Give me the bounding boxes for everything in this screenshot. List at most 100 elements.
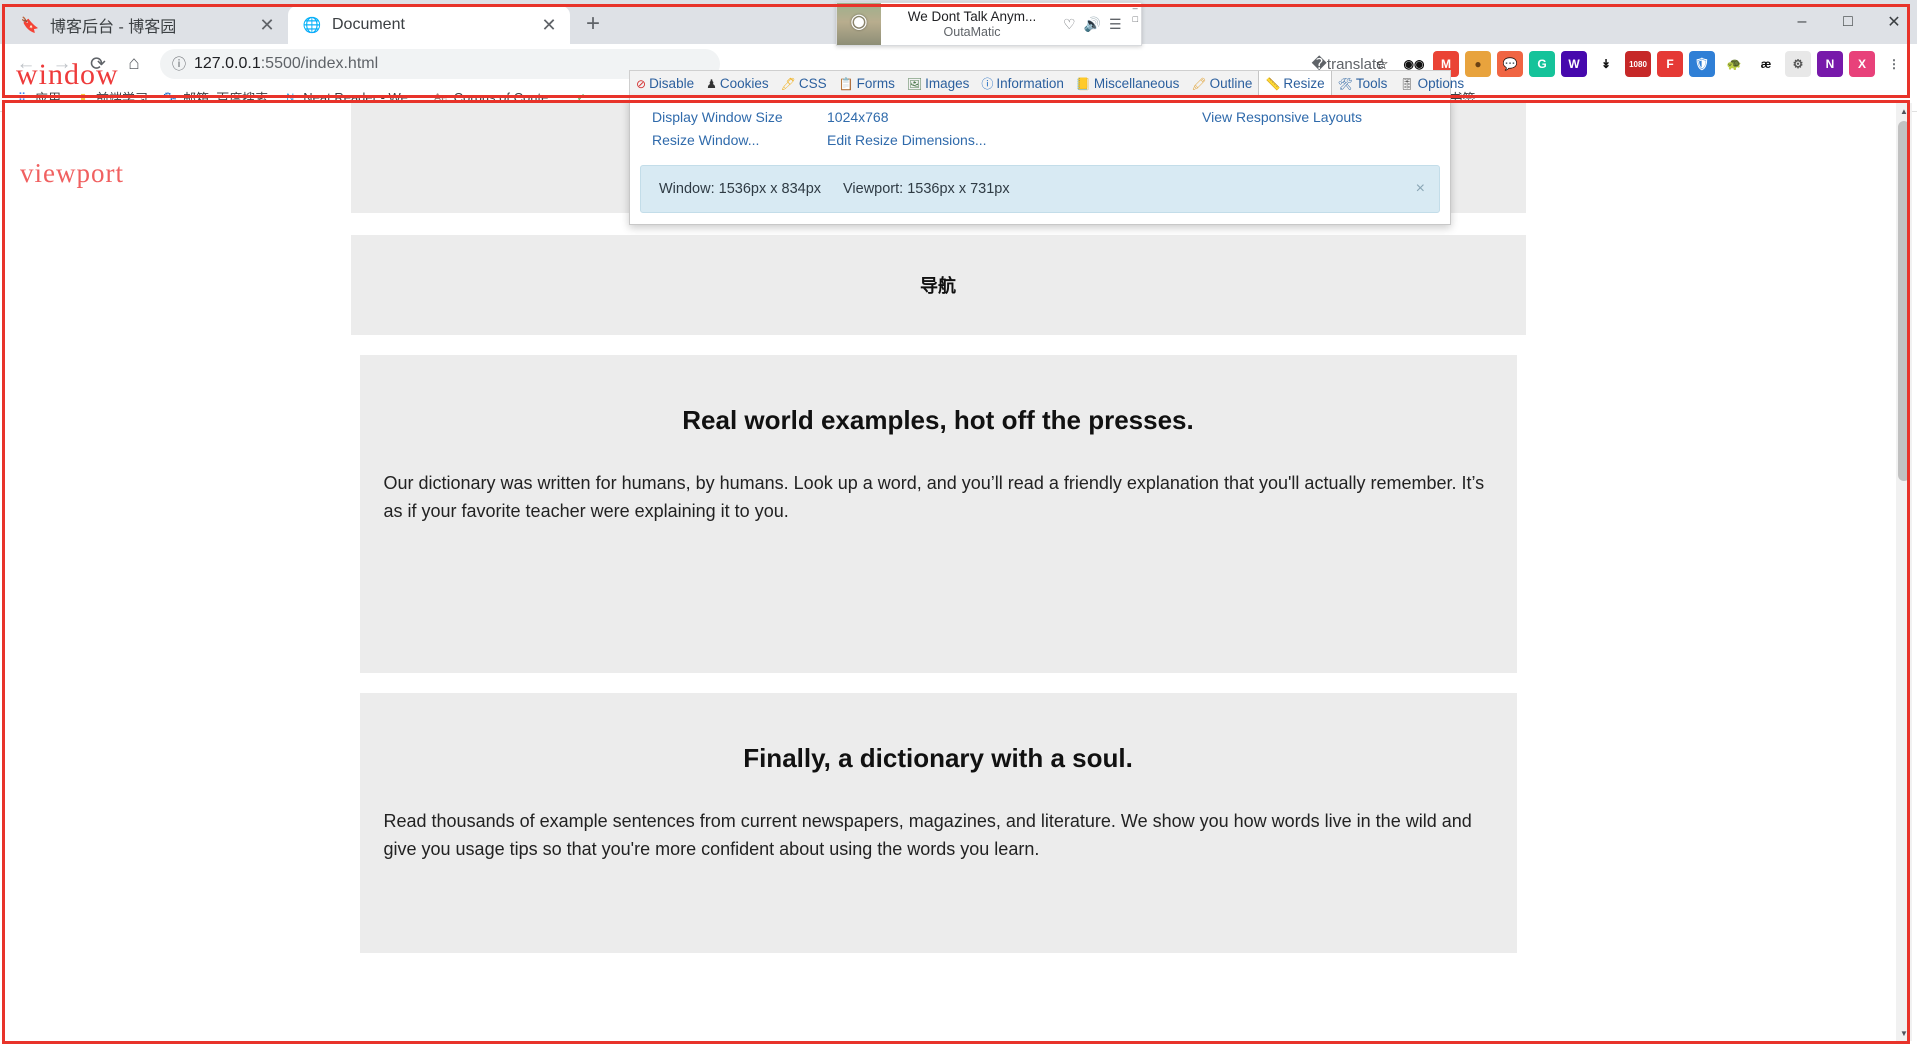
webdev-cookies-button[interactable]: ♟ Cookies <box>700 71 775 96</box>
window-size-text: Window: 1536px x 834px <box>659 181 822 197</box>
section-heading: Real world examples, hot off the presses… <box>682 405 1194 435</box>
options-icon: 🎚 <box>1399 76 1415 91</box>
css-icon: 🖊 <box>780 76 796 91</box>
web-developer-items: ⊘ Disable ♟ Cookies 🖊 CSS 📋 Forms 🖼 Images ⓘ Inform… <box>630 71 1470 96</box>
view-responsive-layouts-link[interactable]: View Responsive Layouts <box>1202 109 1362 125</box>
scroll-up-arrow-icon[interactable]: ▲ <box>1896 103 1912 119</box>
banner-close-icon[interactable]: × <box>1416 180 1425 198</box>
content-section-1: Real world examples, hot off the presses… <box>359 355 1517 673</box>
webdev-item-label: Images <box>925 76 970 91</box>
speaker-icon[interactable]: 🔊 <box>1084 16 1101 33</box>
extension-onenote-icon[interactable]: N <box>1817 51 1843 77</box>
tab-close-icon[interactable]: ✕ <box>538 14 560 36</box>
minimize-button[interactable]: – <box>1779 0 1825 44</box>
webdev-item-label: Options <box>1417 76 1465 91</box>
back-button[interactable]: ← <box>10 48 42 80</box>
resize-dropdown-panel: Display Window Size 1024x768 View Respon… <box>629 97 1451 225</box>
webdev-item-label: Resize <box>1283 76 1325 91</box>
tab-title: Document <box>332 16 405 33</box>
media-player-popup[interactable]: We Dont Talk Anym... OutaMatic ♡ 🔊 ☰ ‒ □ <box>836 2 1142 46</box>
size-info-banner: Window: 1536px x 834px Viewport: 1536px … <box>640 165 1440 213</box>
disable-icon: ⊘ <box>636 76 647 91</box>
window-controls: – □ ✕ <box>1779 0 1917 44</box>
page-viewport: 导航 Real world examples, hot off the pres… <box>5 103 1907 1041</box>
viewport-size-text: Viewport: 1536px x 731px <box>843 181 1010 197</box>
outline-icon: 🖍 <box>1191 76 1207 91</box>
resize-panel-row-1: Display Window Size 1024x768 View Respon… <box>630 105 1450 128</box>
media-window-controls: ‒ □ <box>1130 3 1141 45</box>
content-section-2: Finally, a dictionary with a soul. Read … <box>359 693 1517 953</box>
bookmark-favicon-icon: 🔖 <box>20 17 40 34</box>
webdev-item-label: Cookies <box>719 76 769 91</box>
media-actions: ♡ 🔊 ☰ <box>1055 16 1130 33</box>
webdev-options-button[interactable]: 🎚 Options <box>1393 71 1470 96</box>
webdev-item-label: Outline <box>1209 76 1253 91</box>
chrome-menu-icon[interactable]: ⋮ <box>1881 51 1907 77</box>
webdev-item-label: Tools <box>1355 76 1388 91</box>
tab-close-icon[interactable]: ✕ <box>256 14 278 36</box>
extension-shield-icon[interactable]: 🛡 <box>1689 51 1715 77</box>
section-paragraph: Read thousands of example sentences from… <box>383 811 1472 859</box>
scroll-down-arrow-icon[interactable]: ▼ <box>1896 1025 1912 1041</box>
resize-panel-row-2: Resize Window... Edit Resize Dimensions.… <box>630 128 1450 151</box>
extension-1080-icon[interactable]: 1080 <box>1625 51 1651 77</box>
album-art-thumbnail <box>837 3 881 45</box>
browser-window: 🔖 博客后台 - 博客园 ✕ 🌐 Document ✕ + – □ ✕ We D… <box>0 0 1917 1046</box>
media-restore-icon[interactable]: □ <box>1130 14 1141 25</box>
webdev-resize-button[interactable]: 📏 Resize <box>1258 71 1332 96</box>
media-track-title: We Dont Talk Anym... <box>907 9 1037 25</box>
media-minimize-icon[interactable]: ‒ <box>1130 3 1141 14</box>
address-bar-url: 127.0.0.1:5500/index.html <box>194 55 379 72</box>
images-icon: 🖼 <box>906 76 923 91</box>
extension-chat-icon[interactable]: 💬 <box>1497 51 1523 77</box>
webdev-css-button[interactable]: 🖊 CSS <box>775 71 833 96</box>
heart-icon[interactable]: ♡ <box>1063 16 1076 33</box>
media-text-block: We Dont Talk Anym... OutaMatic <box>881 9 1055 39</box>
media-artist-name: OutaMatic <box>943 24 1001 39</box>
extension-wappalyzer-icon[interactable]: W <box>1561 51 1587 77</box>
webdev-item-label: Disable <box>649 76 695 91</box>
tab-blog-backend[interactable]: 🔖 博客后台 - 博客园 ✕ <box>6 6 288 44</box>
extension-turtle-icon[interactable]: 🐢 <box>1721 51 1747 77</box>
preset-size-link[interactable]: 1024x768 <box>827 109 1202 125</box>
tab-document[interactable]: 🌐 Document ✕ <box>288 6 570 44</box>
webdev-item-label: Forms <box>856 76 895 91</box>
webdev-forms-button[interactable]: 📋 Forms <box>833 71 901 96</box>
forms-icon: 📋 <box>838 76 854 91</box>
extension-grammarly-icon[interactable]: G <box>1529 51 1555 77</box>
forward-button[interactable]: → <box>46 48 78 80</box>
home-button[interactable]: ⌂ <box>118 48 150 80</box>
display-window-size-link[interactable]: Display Window Size <box>652 109 827 125</box>
extension-gear-icon[interactable]: ⚙ <box>1785 51 1811 77</box>
resize-window-link[interactable]: Resize Window... <box>652 132 827 148</box>
webdev-information-button[interactable]: ⓘ Information <box>975 71 1070 96</box>
extension-ae-icon[interactable]: æ <box>1753 51 1779 77</box>
cookies-icon: ♟ <box>706 76 717 91</box>
page-scrollbar[interactable]: ▲ ▼ <box>1896 103 1912 1041</box>
webdev-tools-button[interactable]: 🛠 Tools <box>1332 71 1394 96</box>
web-developer-toolbar: ⊘ Disable ♟ Cookies 🖊 CSS 📋 Forms 🖼 Images ⓘ Inform… <box>629 70 1464 97</box>
list-icon[interactable]: ☰ <box>1109 16 1122 33</box>
section-heading: Finally, a dictionary with a soul. <box>743 743 1133 773</box>
miscellaneous-icon: 📒 <box>1075 76 1091 91</box>
tab-title: 博客后台 - 博客园 <box>50 19 177 36</box>
webdev-images-button[interactable]: 🖼 Images <box>901 71 976 96</box>
new-tab-button[interactable]: + <box>576 7 610 41</box>
edit-resize-dimensions-link[interactable]: Edit Resize Dimensions... <box>827 132 1202 148</box>
webdev-miscellaneous-button[interactable]: 📒 Miscellaneous <box>1070 71 1186 96</box>
site-info-icon[interactable]: ⓘ <box>172 54 186 74</box>
resize-icon: 📏 <box>1265 76 1281 91</box>
globe-favicon-icon: 🌐 <box>302 17 322 34</box>
webdev-disable-button[interactable]: ⊘ Disable <box>630 71 700 96</box>
profile-avatar-icon[interactable]: X <box>1849 51 1875 77</box>
close-window-button[interactable]: ✕ <box>1871 0 1917 44</box>
webdev-item-label: Information <box>996 76 1064 91</box>
reload-button[interactable]: ⟳ <box>82 48 114 80</box>
maximize-button[interactable]: □ <box>1825 0 1871 44</box>
extension-icons: ◉◉ M ● 💬 G W ↡ 1080 F 🛡 🐢 æ ⚙ N X ⋮ <box>1401 51 1907 77</box>
extension-download-icon[interactable]: ↡ <box>1593 51 1619 77</box>
webdev-item-label: Miscellaneous <box>1093 76 1180 91</box>
webdev-outline-button[interactable]: 🖍 Outline <box>1185 71 1258 96</box>
extension-foxit-icon[interactable]: F <box>1657 51 1683 77</box>
scrollbar-thumb[interactable] <box>1898 121 1910 481</box>
